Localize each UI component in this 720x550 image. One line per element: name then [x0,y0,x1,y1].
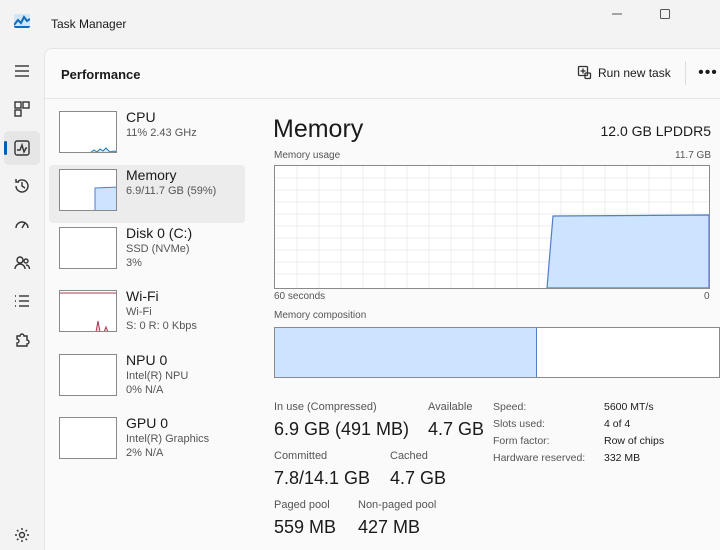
window-title: Task Manager [51,17,127,31]
perf-item-detail: 3% [126,257,142,269]
perf-item-memory[interactable]: Memory 6.9/11.7 GB (59%) [49,165,245,223]
perf-item-detail: 11% 2.43 GHz [126,127,197,139]
perf-item-detail: SSD (NVMe) [126,243,190,255]
perf-item-name: Disk 0 (C:) [126,225,193,241]
hardware-reserved-label: Hardware reserved: [493,452,586,464]
perf-item-gpu[interactable]: GPU 0 Intel(R) Graphics 2% N/A [49,413,245,471]
processes-icon [14,101,30,117]
memory-composition-bar [274,327,720,378]
gpu-thumbnail-graph [59,417,117,459]
speed-label: Speed: [493,401,527,413]
slots-used-label: Slots used: [493,418,545,430]
content-panel: Performance Run new task ••• CPU 11% 2.4… [44,48,720,550]
memory-usage-max: 11.7 GB [675,150,711,161]
minimize-button[interactable] [594,0,640,28]
perf-item-name: GPU 0 [126,415,169,431]
nav-users[interactable] [4,246,40,280]
nav-processes[interactable] [4,92,40,126]
available-value: 4.7 GB [428,419,485,439]
memory-detail-pane: Memory 12.0 GB LPDDR5 Memory usage 11.7 … [273,99,720,550]
hamburger-icon [15,65,29,77]
in-use-value: 6.9 GB (491 MB) [274,419,410,439]
run-new-task-button[interactable]: Run new task [577,65,671,80]
services-puzzle-icon [16,333,30,347]
committed-value: 7.8/14.1 GB [274,468,371,488]
slots-used-value: 4 of 4 [604,418,631,430]
maximize-icon [660,9,670,19]
speed-value: 5600 MT/s [604,401,654,413]
memory-spec: 12.0 GB LPDDR5 [600,123,712,139]
perf-item-wifi[interactable]: Wi-Fi Wi-Fi S: 0 R: 0 Kbps [49,286,245,344]
paged-pool-label: Paged pool [274,499,330,511]
form-factor-label: Form factor: [493,435,550,447]
maximize-button[interactable] [642,0,688,28]
minimize-icon [612,13,622,15]
detail-title: Memory [273,115,364,143]
task-manager-app-icon [14,14,30,28]
perf-item-detail: 0% N/A [126,384,164,396]
startup-speedometer-icon [15,221,29,229]
hardware-reserved-value: 332 MB [604,452,641,464]
perf-item-detail: 2% N/A [126,447,164,459]
cpu-thumbnail-graph [59,111,117,153]
available-label: Available [428,401,473,413]
run-task-icon [577,65,592,80]
perf-item-detail: 6.9/11.7 GB (59%) [126,185,217,197]
non-paged-pool-value: 427 MB [358,517,421,537]
nav-services[interactable] [4,323,40,357]
perf-item-disk[interactable]: Disk 0 (C:) SSD (NVMe) 3% [49,223,245,281]
memory-usage-area [546,214,710,289]
form-factor-value: Row of chips [604,435,665,447]
header-divider [685,61,686,85]
cached-label: Cached [390,450,428,462]
performance-icon [14,140,30,156]
page-title: Performance [61,67,141,82]
page-header: Performance Run new task ••• [45,49,720,99]
hamburger-menu-button[interactable] [4,54,40,88]
users-icon [14,256,31,270]
nav-startup-apps[interactable] [4,208,40,242]
perf-item-npu[interactable]: NPU 0 Intel(R) NPU 0% N/A [49,350,245,408]
in-use-label: In use (Compressed) [274,401,377,413]
paged-pool-value: 559 MB [274,517,337,537]
memory-usage-label: Memory usage [274,150,341,161]
perf-item-name: CPU [126,109,156,125]
memory-thumbnail-graph [59,169,117,211]
run-new-task-label: Run new task [598,65,671,80]
axis-label-left: 60 seconds [274,291,326,302]
memory-composition-in-use [275,328,537,377]
history-icon [15,179,29,193]
nav-settings[interactable] [4,518,40,550]
nav-app-history[interactable] [4,169,40,203]
nav-performance[interactable] [4,131,40,165]
non-paged-pool-label: Non-paged pool [358,499,437,511]
perf-item-name: Wi-Fi [126,288,159,304]
memory-composition-label: Memory composition [274,310,367,321]
performance-list: CPU 11% 2.43 GHz Memory 6.9/11.7 GB (59%… [45,99,245,550]
perf-item-detail: Intel(R) NPU [126,370,189,382]
wifi-thumbnail-graph [59,290,117,332]
title-bar: Task Manager [0,0,720,48]
settings-gear-icon [15,528,29,542]
perf-item-detail: Intel(R) Graphics [126,433,210,445]
cached-value: 4.7 GB [390,468,447,488]
details-list-icon [15,295,29,307]
axis-label-right: 0 [704,291,710,302]
navigation-rail [0,48,44,550]
perf-item-detail: S: 0 R: 0 Kbps [126,320,197,332]
memory-usage-graph [274,165,710,289]
committed-label: Committed [274,450,328,462]
perf-item-detail: Wi-Fi [126,306,152,318]
more-options-button[interactable]: ••• [695,61,720,85]
perf-item-cpu[interactable]: CPU 11% 2.43 GHz [49,107,245,165]
perf-item-name: NPU 0 [126,352,168,368]
npu-thumbnail-graph [59,354,117,396]
disk-thumbnail-graph [59,227,117,269]
perf-item-name: Memory [126,167,177,183]
nav-details[interactable] [4,284,40,318]
